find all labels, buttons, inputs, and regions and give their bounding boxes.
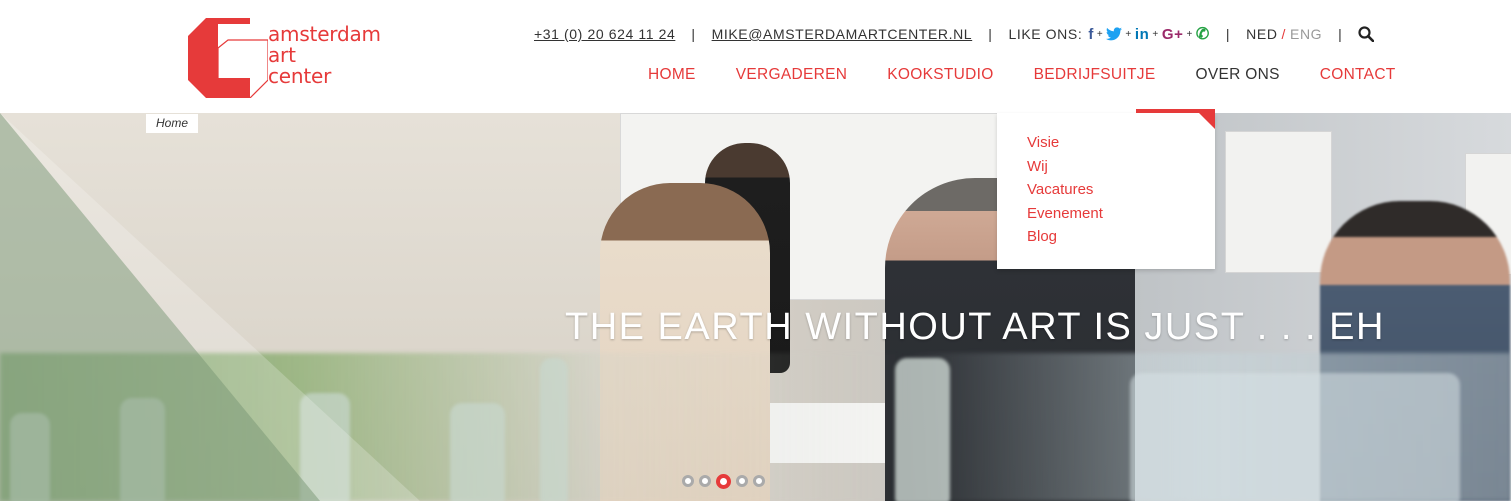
main-nav: HOME VERGADEREN KOOKSTUDIO BEDRIJFSUITJE… — [648, 66, 1396, 84]
social-links: f + + in + G+ + ✆ — [1088, 24, 1210, 44]
twitter-icon[interactable] — [1106, 27, 1123, 41]
email-link[interactable]: MIKE@AMSTERDAMARTCENTER.NL — [712, 26, 973, 42]
logo-line-center: center — [268, 64, 332, 88]
dropdown-menu: Visie Wij Vacatures Evenement Blog — [1027, 131, 1103, 249]
nav-active-indicator — [1136, 109, 1215, 113]
whatsapp-icon[interactable]: ✆ — [1196, 24, 1210, 44]
nav-bedrijfsuitje[interactable]: BEDRIJFSUITJE — [1034, 66, 1156, 84]
slider-dot[interactable] — [736, 475, 748, 487]
slider-dot[interactable] — [699, 475, 711, 487]
nav-vergaderen[interactable]: VERGADEREN — [736, 66, 848, 84]
over-ons-dropdown: Visie Wij Vacatures Evenement Blog — [997, 113, 1215, 269]
separator: | — [1225, 26, 1231, 42]
lang-ned[interactable]: NED — [1246, 26, 1277, 42]
linkedin-icon[interactable]: in — [1135, 26, 1150, 43]
separator: | — [988, 26, 993, 42]
dropdown-corner — [1199, 113, 1215, 129]
nav-contact[interactable]: CONTACT — [1320, 66, 1396, 84]
site-header: amsterdam art center +31 (0) 20 624 11 2… — [0, 0, 1511, 113]
logo-mark-icon — [188, 18, 268, 98]
lang-eng[interactable]: ENG — [1290, 26, 1322, 42]
dropdown-item-blog[interactable]: Blog — [1027, 225, 1103, 249]
breadcrumb[interactable]: Home — [146, 114, 199, 133]
nav-home[interactable]: HOME — [648, 66, 696, 84]
facebook-icon[interactable]: f — [1088, 26, 1094, 43]
logo-line-art: art — [268, 43, 296, 67]
dropdown-item-visie[interactable]: Visie — [1027, 131, 1103, 155]
like-label: LIKE ONS: — [1008, 26, 1083, 42]
search-icon[interactable] — [1358, 26, 1375, 43]
top-contact-bar: +31 (0) 20 624 11 24 | MIKE@AMSTERDAMART… — [534, 24, 1375, 44]
slider-dot[interactable] — [753, 475, 765, 487]
google-plus-icon[interactable]: G+ — [1162, 26, 1184, 43]
phone-link[interactable]: +31 (0) 20 624 11 24 — [534, 26, 675, 42]
dropdown-item-evenement[interactable]: Evenement — [1027, 202, 1103, 226]
slider-dot[interactable] — [682, 475, 694, 487]
nav-kookstudio[interactable]: KOOKSTUDIO — [887, 66, 993, 84]
slider-dots — [682, 474, 770, 489]
logo[interactable]: amsterdam art center — [188, 18, 388, 98]
logo-line-amsterdam: amsterdam — [268, 22, 381, 46]
lang-slash: / — [1281, 26, 1287, 42]
separator: | — [1338, 26, 1343, 42]
nav-over-ons[interactable]: OVER ONS — [1195, 66, 1279, 84]
separator: | — [691, 26, 696, 42]
hero-tagline: THE EARTH WITHOUT ART IS JUST . . . EH — [565, 306, 1385, 348]
logo-text: amsterdam art center — [268, 24, 381, 87]
slider-dot-active[interactable] — [716, 474, 731, 489]
green-triangle-overlay — [0, 113, 320, 501]
dropdown-item-vacatures[interactable]: Vacatures — [1027, 178, 1103, 202]
dropdown-item-wij[interactable]: Wij — [1027, 155, 1103, 179]
